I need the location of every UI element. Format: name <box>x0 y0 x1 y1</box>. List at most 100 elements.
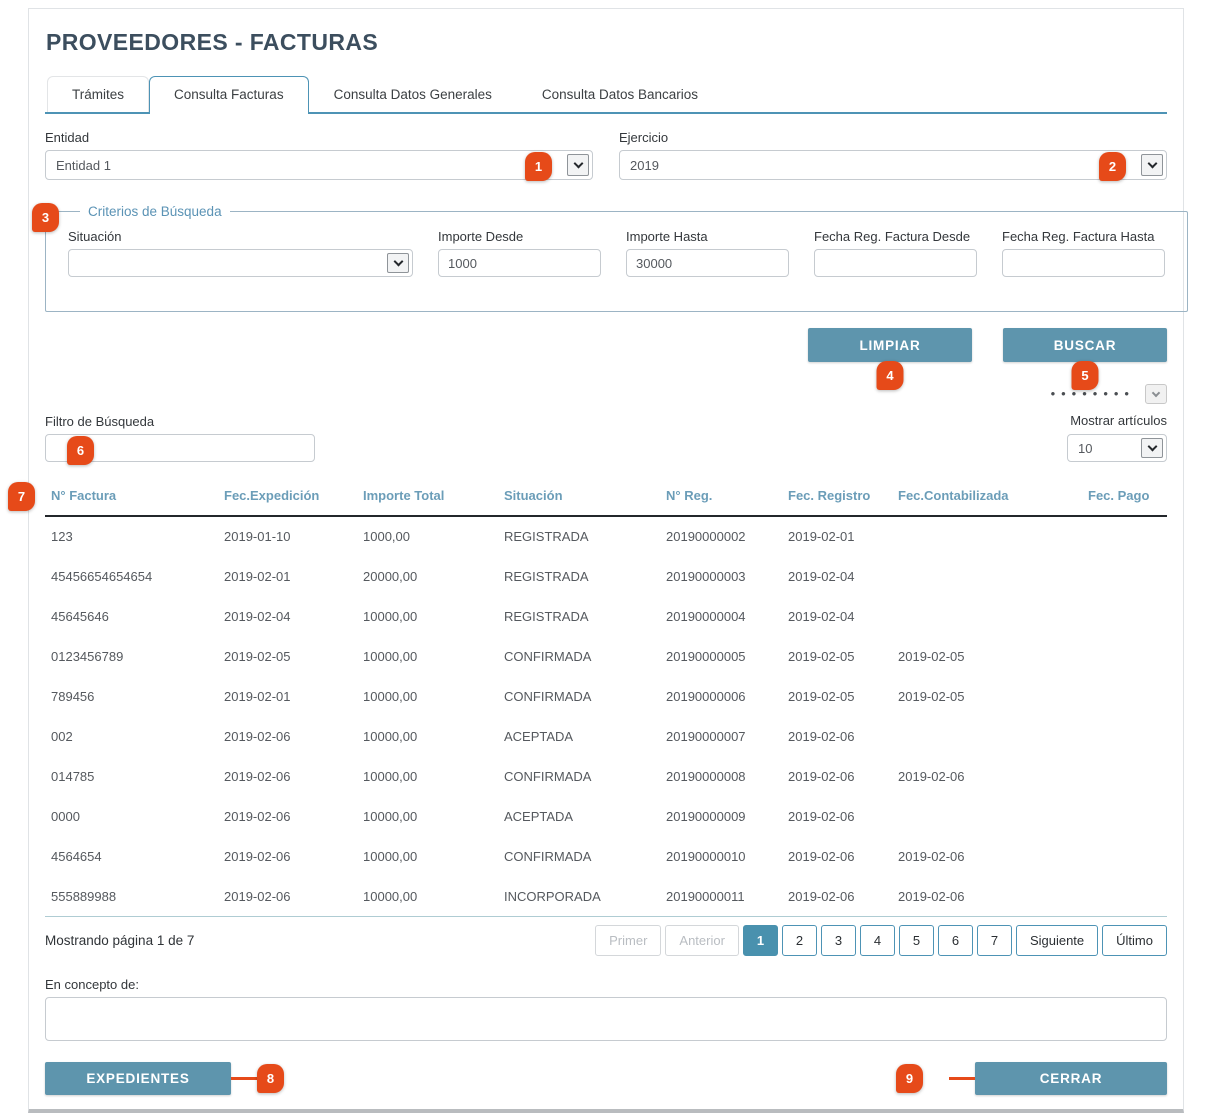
table-cell <box>892 516 1082 556</box>
mostrar-articulos-select[interactable]: 10 <box>1067 434 1167 462</box>
column-header: Situación <box>498 486 660 516</box>
tab-consulta-facturas[interactable]: Consulta Facturas <box>149 76 309 114</box>
tab-consulta-datos-bancarios[interactable]: Consulta Datos Bancarios <box>517 76 723 112</box>
tab-bar: Trámites Consulta Facturas Consulta Dato… <box>45 76 1167 114</box>
table-row[interactable]: 0022019-02-0610000,00ACEPTADA20190000007… <box>45 716 1167 756</box>
pager-last-button[interactable]: Último <box>1102 925 1167 956</box>
table-cell <box>892 716 1082 756</box>
pager-page-button-7[interactable]: 7 <box>977 925 1012 956</box>
proveedores-facturas-window: PROVEEDORES - FACTURAS Trámites Consulta… <box>28 8 1184 1113</box>
fecha-reg-hasta-input[interactable] <box>1002 249 1165 277</box>
pager-page-button-5[interactable]: 5 <box>899 925 934 956</box>
table-cell: 2019-02-05 <box>218 636 357 676</box>
column-header: N° Reg. <box>660 486 782 516</box>
fecha-reg-desde-label: Fecha Reg. Factura Desde <box>814 229 977 244</box>
table-cell: 2019-02-05 <box>782 636 892 676</box>
table-cell: 45645646 <box>45 596 218 636</box>
table-row[interactable]: 1232019-01-101000,00REGISTRADA2019000000… <box>45 516 1167 556</box>
mostrar-articulos-dropdown-button[interactable] <box>1141 438 1163 458</box>
table-cell: 10000,00 <box>357 796 498 836</box>
table-cell: 2019-02-06 <box>782 836 892 876</box>
pager-page-button-3[interactable]: 3 <box>821 925 856 956</box>
criterios-busqueda-fieldset: Criterios de Búsqueda 3 Situación Import… <box>45 204 1188 312</box>
tab-tramites[interactable]: Trámites <box>47 76 149 112</box>
table-cell: 20190000008 <box>660 756 782 796</box>
table-cell: 20190000006 <box>660 676 782 716</box>
options-dropdown-button[interactable] <box>1145 384 1167 404</box>
importe-desde-label: Importe Desde <box>438 229 601 244</box>
table-cell: CONFIRMADA <box>498 836 660 876</box>
pager-page-button-6[interactable]: 6 <box>938 925 973 956</box>
pager-page-button-1[interactable]: 1 <box>743 925 778 956</box>
chevron-down-icon <box>573 159 583 169</box>
pager-page-button-2[interactable]: 2 <box>782 925 817 956</box>
situacion-select[interactable] <box>68 249 413 277</box>
ejercicio-selected-value: 2019 <box>630 158 659 173</box>
ejercicio-select[interactable]: 2019 2 <box>619 150 1167 180</box>
table-cell <box>892 596 1082 636</box>
table-cell: 789456 <box>45 676 218 716</box>
importe-desde-input[interactable] <box>438 249 601 277</box>
pager-next-button[interactable]: Siguiente <box>1016 925 1098 956</box>
table-cell: 2019-02-06 <box>218 796 357 836</box>
table-cell: 123 <box>45 516 218 556</box>
table-cell: 1000,00 <box>357 516 498 556</box>
entidad-select[interactable]: Entidad 1 1 <box>45 150 593 180</box>
entidad-label: Entidad <box>45 130 593 145</box>
filtro-busqueda-label: Filtro de Búsqueda <box>45 414 315 429</box>
situacion-dropdown-button[interactable] <box>387 253 409 273</box>
table-row[interactable]: 45646542019-02-0610000,00CONFIRMADA20190… <box>45 836 1167 876</box>
fecha-reg-desde-input[interactable] <box>814 249 977 277</box>
concepto-textarea[interactable] <box>45 997 1167 1041</box>
column-header: Fec.Expedición <box>218 486 357 516</box>
limpiar-button[interactable]: LIMPIAR <box>808 328 972 362</box>
pager-pages: 1234567 <box>739 925 1012 956</box>
cerrar-button[interactable]: CERRAR <box>975 1062 1167 1095</box>
table-cell: 4564654 <box>45 836 218 876</box>
pager-page-button-4[interactable]: 4 <box>860 925 895 956</box>
table-cell <box>1082 676 1167 716</box>
table-row[interactable]: 01234567892019-02-0510000,00CONFIRMADA20… <box>45 636 1167 676</box>
tab-consulta-datos-generales[interactable]: Consulta Datos Generales <box>309 76 517 112</box>
table-cell: REGISTRADA <box>498 596 660 636</box>
table-row[interactable]: 0147852019-02-0610000,00CONFIRMADA201900… <box>45 756 1167 796</box>
table-cell <box>1082 836 1167 876</box>
table-row[interactable]: 00002019-02-0610000,00ACEPTADA2019000000… <box>45 796 1167 836</box>
buscar-button[interactable]: BUSCAR <box>1003 328 1167 362</box>
table-cell <box>1082 556 1167 596</box>
table-row[interactable]: 5558899882019-02-0610000,00INCORPORADA20… <box>45 876 1167 916</box>
table-row[interactable]: 7894562019-02-0110000,00CONFIRMADA201900… <box>45 676 1167 716</box>
table-row[interactable]: 454566546546542019-02-0120000,00REGISTRA… <box>45 556 1167 596</box>
table-cell: 2019-02-06 <box>782 756 892 796</box>
ejercicio-dropdown-button[interactable] <box>1141 154 1163 176</box>
table-cell: REGISTRADA <box>498 556 660 596</box>
table-cell: 2019-02-06 <box>218 756 357 796</box>
table-cell: 20190000005 <box>660 636 782 676</box>
table-row[interactable]: 456456462019-02-0410000,00REGISTRADA2019… <box>45 596 1167 636</box>
entidad-dropdown-button[interactable] <box>567 154 589 176</box>
table-cell: 002 <box>45 716 218 756</box>
table-cell: 2019-02-06 <box>218 876 357 916</box>
expedientes-button[interactable]: EXPEDIENTES <box>45 1062 231 1095</box>
table-cell: ACEPTADA <box>498 716 660 756</box>
table-cell: 20000,00 <box>357 556 498 596</box>
pagination-bar: Mostrando página 1 de 7 Primer Anterior … <box>45 916 1167 965</box>
importe-hasta-input[interactable] <box>626 249 789 277</box>
table-cell: 20190000002 <box>660 516 782 556</box>
filtro-busqueda-field-group: Filtro de Búsqueda 6 <box>45 414 315 462</box>
callout-badge-9: 9 <box>896 1064 923 1093</box>
pager-prev-button[interactable]: Anterior <box>665 925 739 956</box>
footer-actions: EXPEDIENTES 8 9 CERRAR <box>45 1062 1167 1095</box>
table-cell: INCORPORADA <box>498 876 660 916</box>
table-cell: 2019-02-06 <box>892 756 1082 796</box>
table-cell: CONFIRMADA <box>498 636 660 676</box>
pager-first-button[interactable]: Primer <box>595 925 661 956</box>
table-cell: 10000,00 <box>357 596 498 636</box>
chevron-down-icon <box>1152 388 1160 396</box>
column-header: Fec.Contabilizada <box>892 486 1082 516</box>
table-cell <box>1082 636 1167 676</box>
table-cell: 10000,00 <box>357 836 498 876</box>
importe-desde-field-group: Importe Desde <box>438 229 601 277</box>
table-cell: 20190000007 <box>660 716 782 756</box>
table-cell: 2019-02-05 <box>892 676 1082 716</box>
